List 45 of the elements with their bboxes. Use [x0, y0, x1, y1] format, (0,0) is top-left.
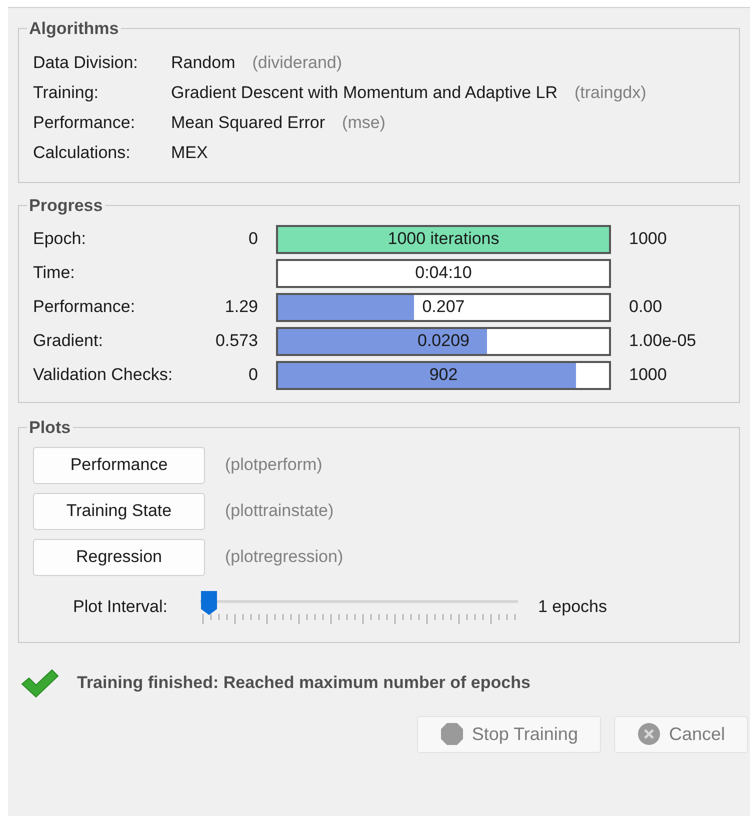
- field-value: Random: [171, 52, 236, 74]
- bar-text: 902: [429, 364, 458, 386]
- row-label: Time:: [33, 262, 76, 284]
- end-value: 1.00e-05: [629, 330, 696, 352]
- row-label: Performance:: [33, 296, 136, 318]
- group-title: Algorithms: [28, 18, 120, 40]
- function-name: (plottrainstate): [225, 500, 334, 522]
- slider-label: Plot Interval:: [73, 596, 168, 618]
- end-value: 1000: [629, 228, 667, 250]
- row-label: Gradient:: [33, 330, 104, 352]
- slider-reading: 1 epochs: [538, 596, 607, 618]
- start-value: 0: [248, 364, 258, 386]
- checkmark-icon: [20, 666, 60, 698]
- status-message: Training finished: Reached maximum number of epochs: [77, 672, 530, 694]
- plot-button[interactable]: Regression: [33, 538, 205, 576]
- row-label: Epoch:: [33, 228, 87, 250]
- start-value: 1.29: [224, 296, 258, 318]
- field-label: Training:: [33, 82, 100, 104]
- field-label: Calculations:: [33, 142, 132, 164]
- plot-button[interactable]: Training State: [33, 492, 205, 530]
- end-value: 0.00: [629, 296, 662, 318]
- function-name: (plotregression): [225, 546, 344, 568]
- field-value: MEX: [171, 142, 208, 164]
- function-name: (plotperform): [225, 454, 322, 476]
- bar-text: 1000 iterations: [388, 228, 500, 250]
- field-label: Performance:: [33, 112, 136, 134]
- group-title: Plots: [28, 417, 72, 439]
- slider-thumb[interactable]: [200, 590, 218, 616]
- field-value: Gradient Descent with Momentum and Adaptive LR: [171, 82, 558, 104]
- bar-text: 0.207: [422, 296, 465, 318]
- function-name: (mse): [342, 112, 386, 134]
- field-value: Mean Squared Error: [171, 112, 326, 134]
- function-name: (traingdx): [574, 82, 646, 104]
- bar-text: 0.0209: [418, 330, 470, 352]
- field-label: Data Division:: [33, 52, 139, 74]
- start-value: 0.573: [215, 330, 258, 352]
- group-title: Progress: [28, 194, 104, 217]
- stop-sign-icon: [440, 722, 464, 746]
- row-label: Validation Checks:: [33, 364, 174, 386]
- start-value: 0: [248, 228, 258, 250]
- slider[interactable]: [200, 590, 518, 624]
- cancel-icon: [636, 722, 661, 746]
- end-value: 1000: [629, 364, 667, 386]
- function-name: (dividerand): [252, 52, 342, 74]
- plot-button[interactable]: Performance: [33, 446, 205, 484]
